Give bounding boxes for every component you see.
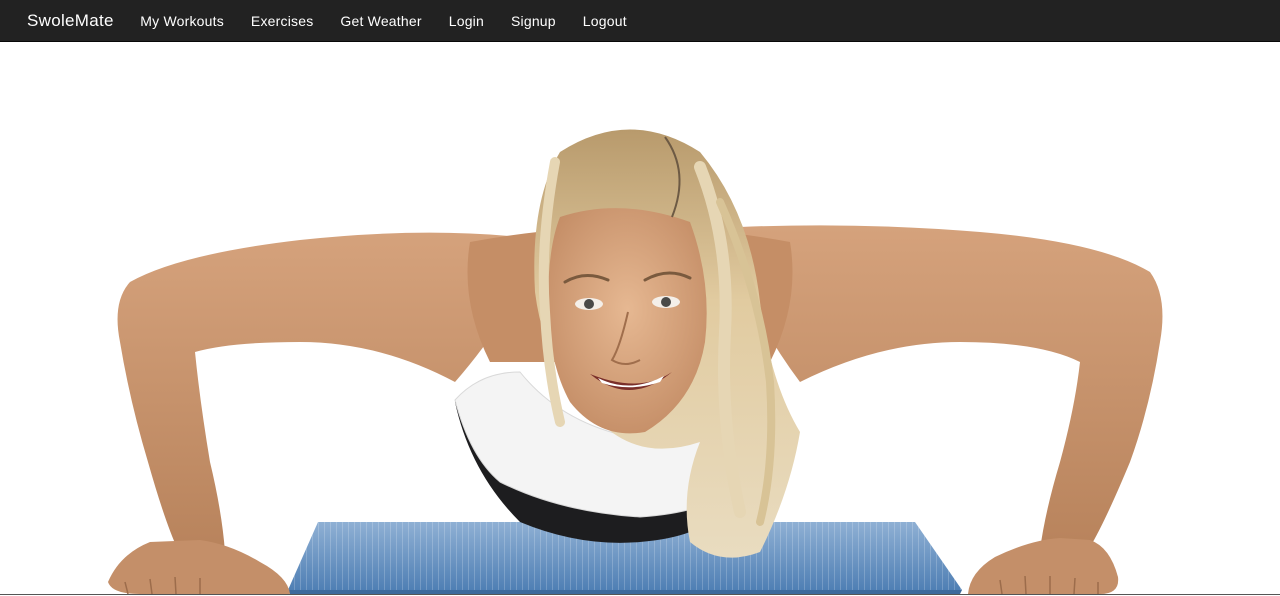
nav-link-login[interactable]: Login xyxy=(435,13,497,29)
top-navbar: SwoleMate My Workouts Exercises Get Weat… xyxy=(0,0,1280,42)
nav-link-signup[interactable]: Signup xyxy=(497,13,569,29)
pushup-woman-illustration xyxy=(108,129,1163,594)
nav-link-exercises[interactable]: Exercises xyxy=(237,13,326,29)
page-divider xyxy=(0,594,1280,595)
nav-link-get-weather[interactable]: Get Weather xyxy=(327,13,435,29)
hero-image xyxy=(0,42,1280,594)
nav-link-logout[interactable]: Logout xyxy=(569,13,640,29)
nav-link-my-workouts[interactable]: My Workouts xyxy=(127,13,238,29)
brand-logo-link[interactable]: SwoleMate xyxy=(27,11,114,31)
